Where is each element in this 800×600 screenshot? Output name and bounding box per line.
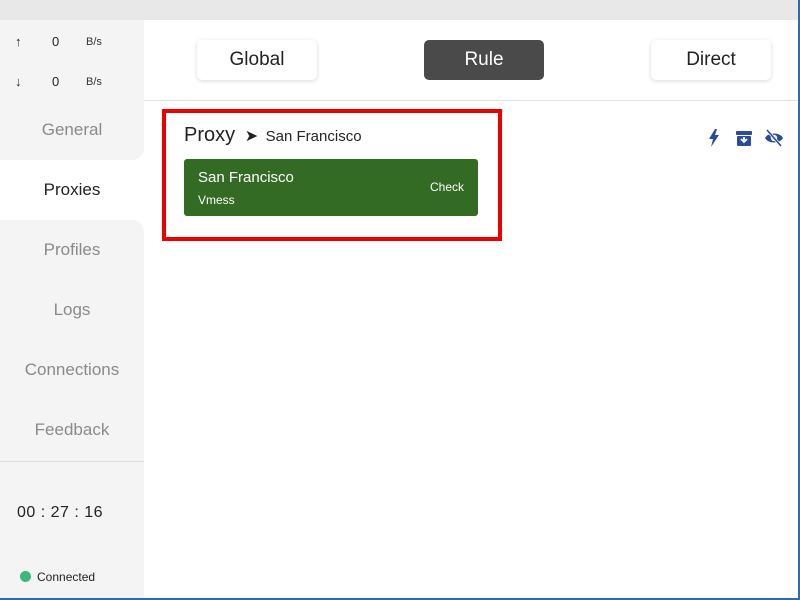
sidebar-item-feedback[interactable]: Feedback bbox=[0, 400, 144, 460]
sidebar-divider bbox=[0, 461, 144, 462]
status-label: Connected bbox=[37, 570, 96, 584]
download-speed: ↓ 0 B/s bbox=[0, 72, 144, 92]
upload-value: 0 bbox=[52, 34, 60, 49]
mode-bar: Global Rule Direct bbox=[144, 20, 798, 101]
status-dot-icon bbox=[20, 571, 31, 582]
archive-icon[interactable] bbox=[734, 128, 754, 148]
sidebar-item-profiles[interactable]: Profiles bbox=[0, 220, 144, 280]
window-titlebar bbox=[0, 0, 800, 20]
traffic-monitor: ↑ 0 B/s ↓ 0 B/s bbox=[0, 20, 144, 100]
sidebar-item-connections[interactable]: Connections bbox=[0, 340, 144, 400]
mode-global-button[interactable]: Global bbox=[197, 40, 317, 80]
upload-unit: B/s bbox=[86, 36, 102, 48]
highlight-annotation bbox=[162, 109, 502, 241]
download-unit: B/s bbox=[86, 76, 102, 88]
download-arrow-icon: ↓ bbox=[15, 74, 22, 89]
lightning-icon[interactable] bbox=[704, 128, 724, 148]
upload-speed: ↑ 0 B/s bbox=[0, 32, 144, 52]
sidebar: ↑ 0 B/s ↓ 0 B/s General Proxies Profiles… bbox=[0, 20, 144, 598]
upload-arrow-icon: ↑ bbox=[15, 34, 22, 49]
sidebar-item-proxies[interactable]: Proxies bbox=[0, 160, 144, 220]
eye-slash-icon[interactable] bbox=[764, 128, 784, 148]
connection-status: Connected bbox=[20, 570, 95, 584]
download-value: 0 bbox=[52, 74, 60, 89]
sidebar-item-logs[interactable]: Logs bbox=[0, 280, 144, 340]
mode-rule-button[interactable]: Rule bbox=[424, 40, 544, 80]
connection-timer: 00 : 27 : 16 bbox=[16, 504, 104, 521]
mode-direct-button[interactable]: Direct bbox=[651, 40, 771, 80]
sidebar-nav: General Proxies Profiles Logs Connection… bbox=[0, 100, 144, 460]
sidebar-item-general[interactable]: General bbox=[0, 100, 144, 160]
